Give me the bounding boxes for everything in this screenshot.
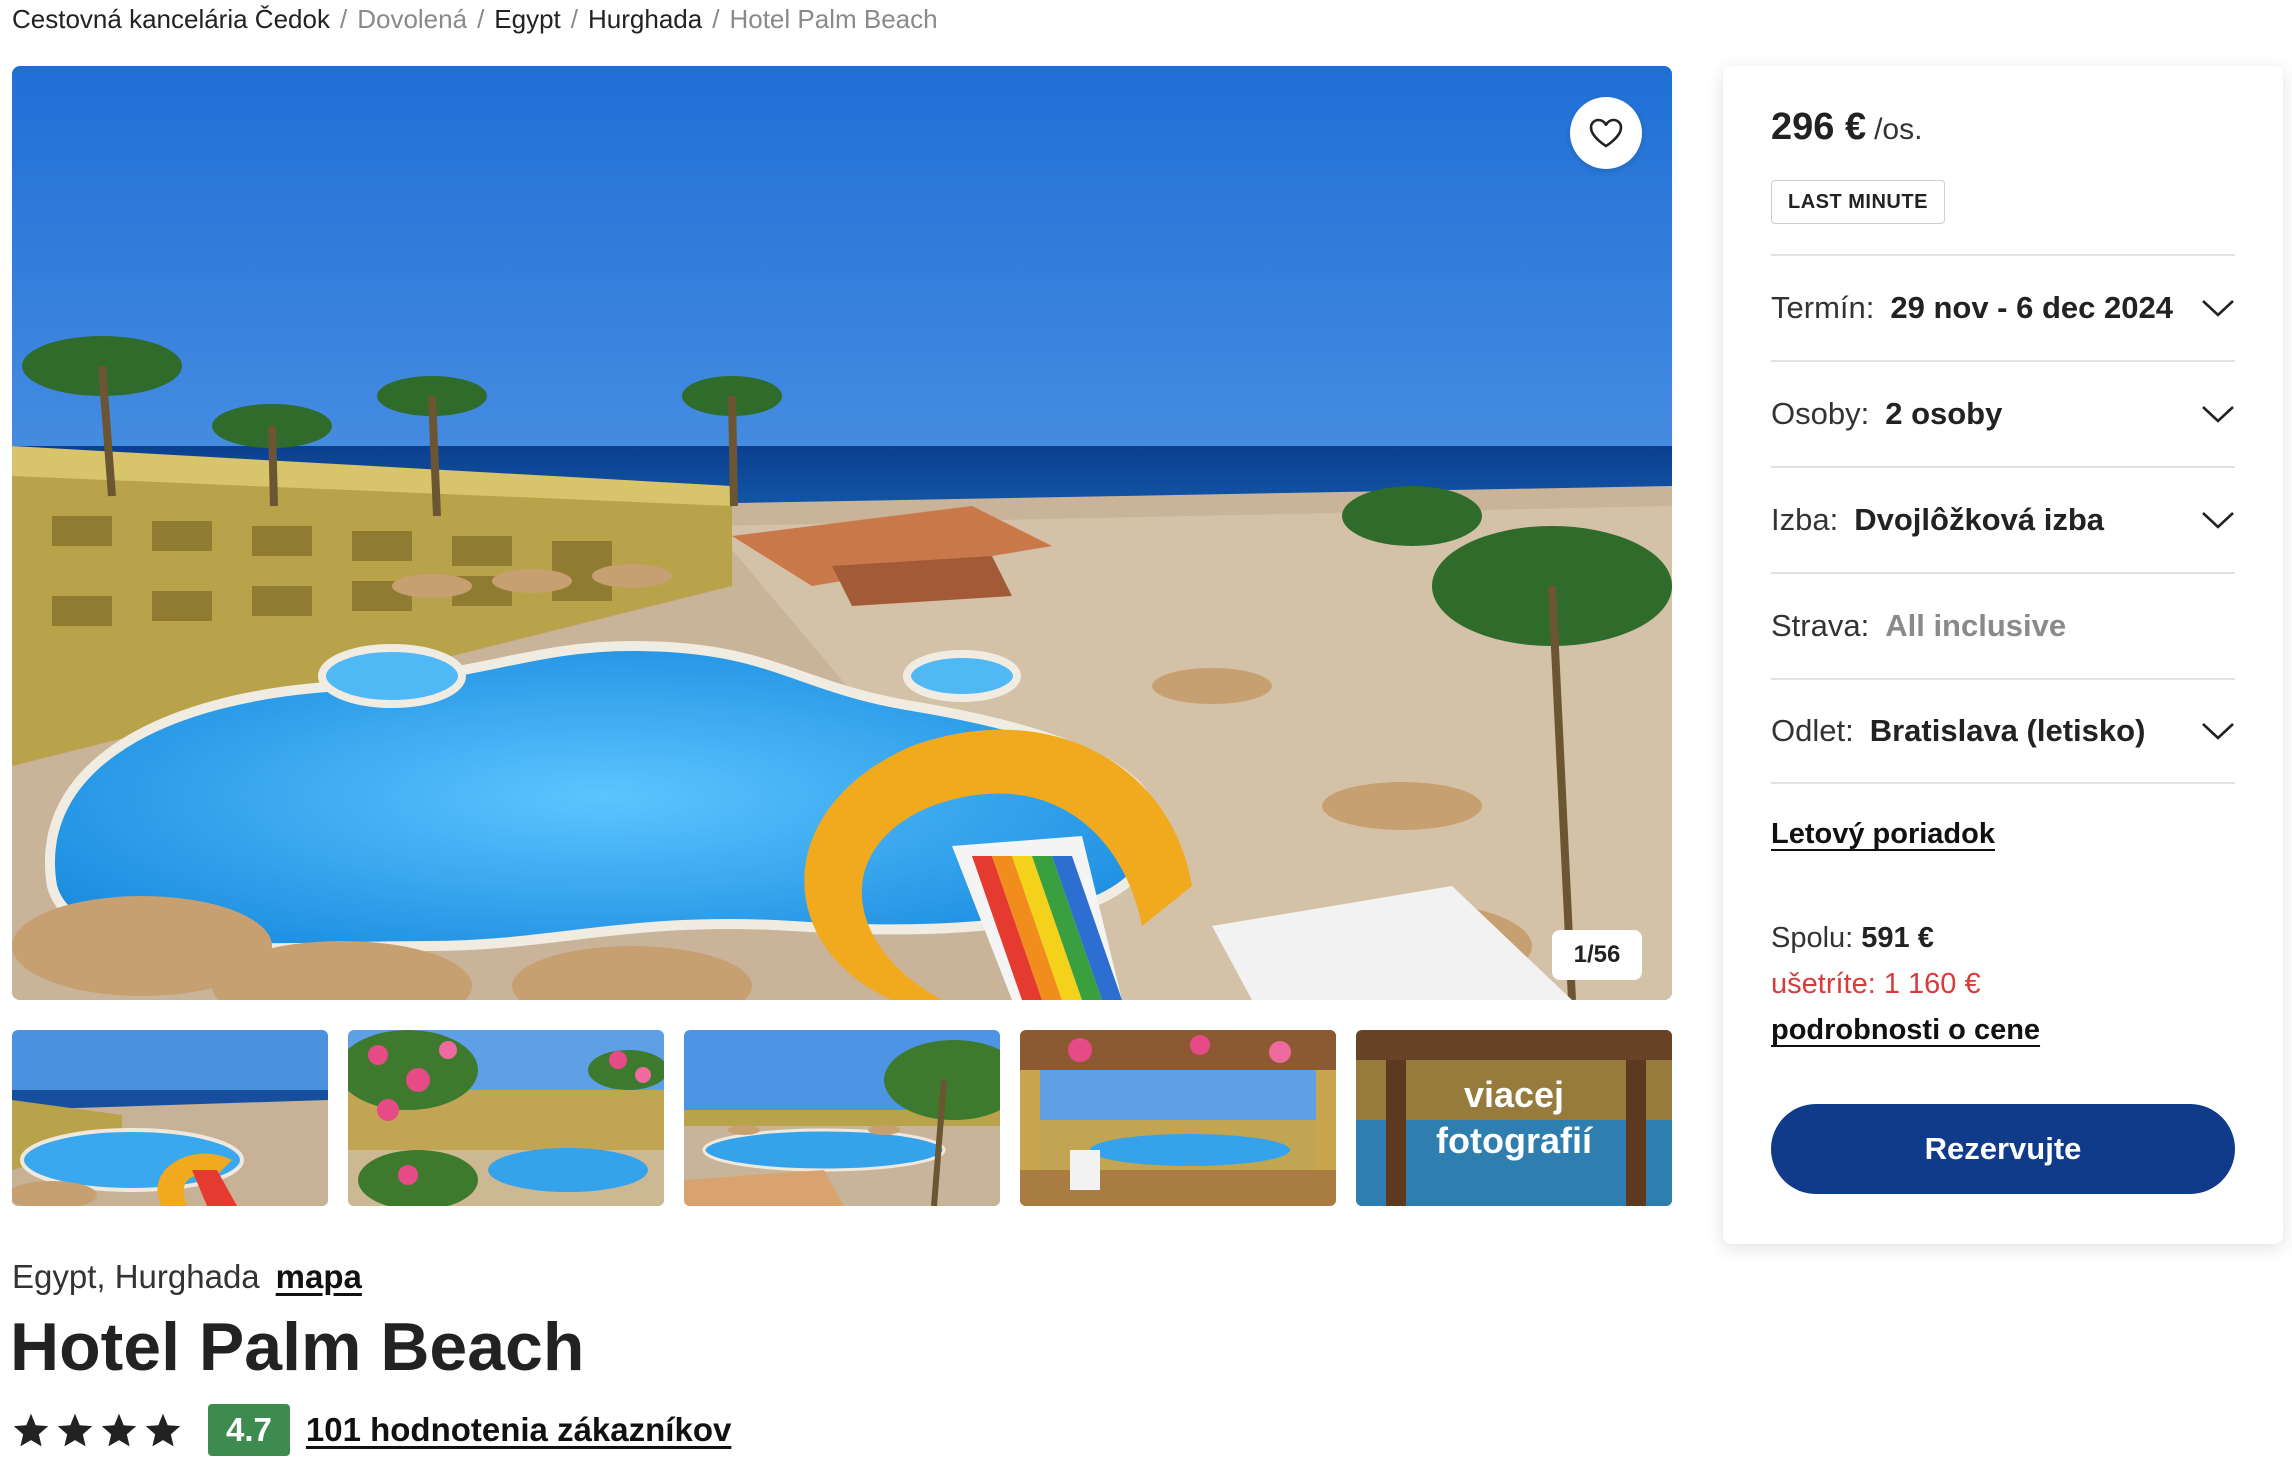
thumbnail-1[interactable]	[12, 1030, 328, 1206]
departure-label: Odlet:	[1771, 713, 1854, 748]
reserve-button[interactable]: Rezervujte	[1771, 1104, 2235, 1194]
reviews-link[interactable]: 101 hodnotenia zákazníkov	[306, 1411, 731, 1449]
hotel-name: Hotel Palm Beach	[10, 1309, 585, 1385]
breadcrumb-item-current: Hotel Palm Beach	[729, 3, 938, 34]
thumbnail-image	[1020, 1030, 1336, 1206]
thumbnail-3[interactable]	[684, 1030, 1000, 1206]
flight-schedule-link[interactable]: Letový poriadok	[1771, 818, 1995, 851]
persons-value: 2 osoby	[1885, 396, 2003, 431]
main-gallery-photo[interactable]: 1/56	[12, 66, 1672, 1000]
board-value: All inclusive	[1885, 608, 2067, 643]
star-icon	[57, 1413, 93, 1447]
room-label: Izba:	[1771, 502, 1839, 537]
map-link[interactable]: mapa	[276, 1258, 362, 1296]
persons-label: Osoby:	[1771, 396, 1870, 431]
star-rating	[12, 1412, 182, 1448]
board-row: Strava: All inclusive	[1771, 572, 2235, 678]
term-value: 29 nov - 6 dec 2024	[1890, 290, 2173, 325]
hotel-location: Egypt, Hurghada mapa	[12, 1258, 362, 1296]
term-label: Termín:	[1771, 290, 1875, 325]
thumbnail-image	[684, 1030, 1000, 1206]
breadcrumb-item-egypt[interactable]: Egypt	[494, 4, 561, 35]
thumbnail-image	[12, 1030, 328, 1206]
location-text: Egypt, Hurghada	[12, 1258, 260, 1295]
total-price: Spolu: 591 €	[1771, 922, 1934, 955]
breadcrumb-separator: /	[712, 3, 720, 34]
total-value: 591 €	[1861, 922, 1934, 954]
term-selector[interactable]: Termín: 29 nov - 6 dec 2024	[1771, 254, 2235, 360]
thumbnail-image	[348, 1030, 664, 1206]
photo-counter: 1/56	[1552, 930, 1642, 980]
more-photos-label: viacej fotografií	[1356, 1030, 1672, 1206]
chevron-down-icon	[2202, 512, 2234, 529]
persons-selector[interactable]: Osoby: 2 osoby	[1771, 360, 2235, 466]
breadcrumb-item-cedok[interactable]: Cestovná kancelária Čedok	[12, 4, 330, 35]
departure-value: Bratislava (letisko)	[1869, 713, 2146, 748]
room-selector[interactable]: Izba: Dvojlôžková izba	[1771, 466, 2235, 572]
star-icon	[145, 1413, 181, 1447]
review-score-badge: 4.7	[208, 1404, 290, 1456]
star-icon	[13, 1413, 49, 1447]
heart-outline-icon	[1589, 118, 1623, 148]
last-minute-badge: LAST MINUTE	[1771, 180, 1945, 224]
departure-selector[interactable]: Odlet: Bratislava (letisko)	[1771, 678, 2235, 784]
chevron-down-icon	[2202, 723, 2234, 740]
price-amount: 296 €	[1771, 106, 1867, 148]
rating-row: 4.7 101 hodnotenia zákazníkov	[12, 1404, 731, 1456]
hotel-pool-photo	[12, 66, 1672, 1000]
chevron-down-icon	[2202, 300, 2234, 317]
more-photos-thumbnail[interactable]: viacej fotografií	[1356, 1030, 1672, 1206]
star-icon	[101, 1413, 137, 1447]
price-unit: /os.	[1874, 113, 1923, 146]
savings-text: ušetríte: 1 160 €	[1771, 968, 1981, 1000]
thumbnail-strip: viacej fotografií	[12, 1030, 1672, 1206]
breadcrumb-separator: /	[339, 3, 348, 34]
board-label: Strava:	[1771, 608, 1870, 643]
total-label: Spolu:	[1771, 922, 1854, 954]
breadcrumb-item-dovolena[interactable]: Dovolená	[357, 4, 467, 35]
breadcrumb-separator: /	[570, 3, 579, 34]
room-value: Dvojlôžková izba	[1854, 502, 2105, 537]
breadcrumb-item-hurghada[interactable]: Hurghada	[588, 4, 702, 35]
price-per-person: 296 € /os.	[1771, 106, 1922, 149]
breadcrumb-separator: /	[477, 3, 485, 34]
price-details-link[interactable]: podrobnosti o cene	[1771, 1014, 2040, 1047]
thumbnail-2[interactable]	[348, 1030, 664, 1206]
favorite-button[interactable]	[1570, 97, 1642, 169]
chevron-down-icon	[2202, 406, 2234, 423]
thumbnail-4[interactable]	[1020, 1030, 1336, 1206]
breadcrumb: Cestovná kancelária Čedok / Dovolená / E…	[12, 2, 938, 36]
booking-panel: 296 € /os. LAST MINUTE Termín: 29 nov - …	[1723, 66, 2283, 1244]
